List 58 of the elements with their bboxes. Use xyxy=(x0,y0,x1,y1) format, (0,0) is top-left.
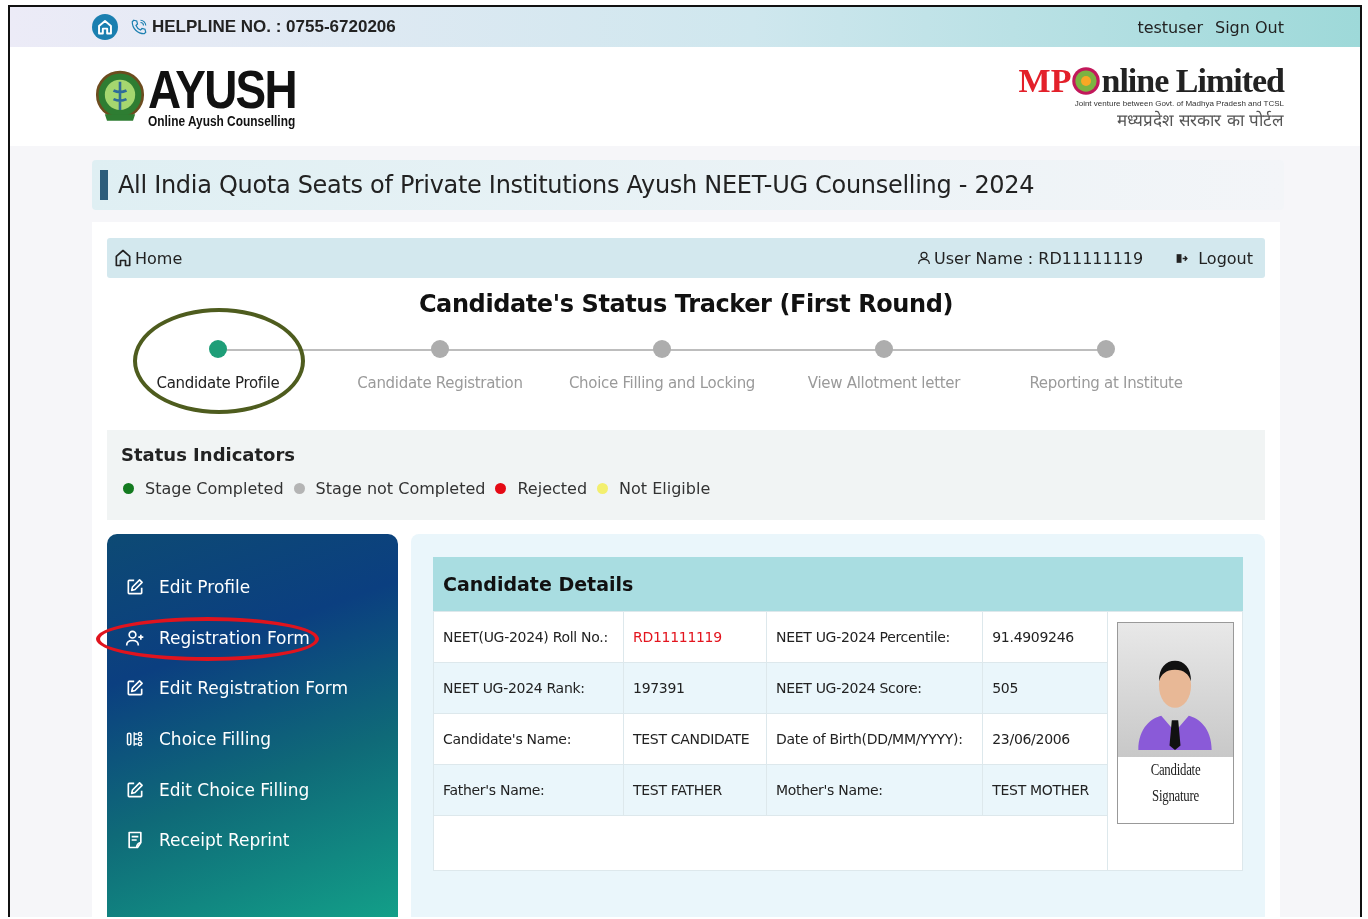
edit-icon xyxy=(125,779,145,800)
field-label: NEET UG-2024 Percentile: xyxy=(766,611,983,663)
sidebar-item[interactable]: Edit Choice Filling xyxy=(107,764,398,815)
logo-title: AYUSH xyxy=(148,64,296,113)
receipt-icon xyxy=(125,830,145,851)
step-label: Candidate Profile xyxy=(155,373,281,394)
step-label: View Allotment letter xyxy=(806,373,962,394)
step-label: Candidate Registration xyxy=(356,373,524,394)
status-label: Stage not Completed xyxy=(315,479,486,498)
field-label: NEET UG-2024 Rank: xyxy=(433,662,624,714)
sidebar-item[interactable]: Registration Form xyxy=(107,612,398,664)
edit-icon xyxy=(125,678,145,699)
sidebar-item[interactable]: Choice Filling xyxy=(107,713,398,765)
emblem-icon xyxy=(1071,65,1102,96)
status-label: Stage Completed xyxy=(145,479,284,498)
field-label: NEET UG-2024 Score: xyxy=(766,662,983,714)
field-value: 197391 xyxy=(623,662,767,714)
field-label: NEET(UG-2024) Roll No.: xyxy=(433,611,624,663)
field-value: TEST CANDIDATE xyxy=(623,713,767,765)
field-label: Father's Name: xyxy=(433,764,624,816)
partner-logo-text: nline Limited xyxy=(1101,62,1284,99)
sidebar-item[interactable]: Receipt Reprint xyxy=(107,814,398,866)
status-label: Rejected xyxy=(517,479,588,498)
partner-logo-text: MP xyxy=(1018,62,1072,99)
user-name-text: User Name : RD11111119 xyxy=(934,248,1144,268)
field-label: Date of Birth(DD/MM/YYYY): xyxy=(766,713,983,765)
details-title: Candidate Details xyxy=(433,557,1243,611)
step-label: Choice Filling and Locking xyxy=(567,373,757,394)
sidebar-item[interactable]: Edit Registration Form xyxy=(107,663,398,714)
partner-hindi-tagline: मध्यप्रदेश सरकार का पोर्टल xyxy=(1116,108,1284,131)
username-text: testuser xyxy=(1137,17,1203,37)
logout-link[interactable]: Logout xyxy=(1175,248,1253,268)
helpline-text: HELPLINE NO. : 0755-6720206 xyxy=(152,17,396,37)
field-value: RD11111119 xyxy=(623,611,767,663)
field-value: TEST MOTHER xyxy=(982,764,1108,816)
sign-out-link[interactable]: Sign Out xyxy=(1215,17,1284,37)
logo-subtitle: Online Ayush Counselling xyxy=(148,112,296,129)
phone-icon xyxy=(130,18,148,36)
home-icon xyxy=(113,248,133,268)
home-icon xyxy=(92,14,118,40)
step-label: Reporting at Institute xyxy=(1028,373,1184,394)
title-marker xyxy=(100,170,108,200)
field-value: 505 xyxy=(982,662,1108,714)
page-title: All India Quota Seats of Private Institutions Ayush NEET-UG Counselling - 2024 xyxy=(118,171,1035,199)
sidebar-item[interactable]: Edit Profile xyxy=(107,562,398,613)
status-label: Not Eligible xyxy=(619,479,711,498)
field-value: 91.4909246 xyxy=(982,611,1108,663)
home-link[interactable]: Home xyxy=(113,248,183,268)
tracker-title: Candidate's Status Tracker (First Round) xyxy=(417,290,955,318)
field-value: TEST FATHER xyxy=(623,764,767,816)
status-indicators-title: Status Indicators xyxy=(121,444,297,465)
field-label: Candidate's Name: xyxy=(433,713,624,765)
field-label: Mother's Name: xyxy=(766,764,983,816)
partner-tagline: Joint venture between Govt. of Madhya Pradesh and TCSL xyxy=(1074,98,1284,108)
signature-caption: Candidate Signature xyxy=(1149,760,1202,807)
logout-icon xyxy=(1175,251,1189,265)
user-icon xyxy=(916,250,932,266)
edit-icon xyxy=(125,577,145,598)
